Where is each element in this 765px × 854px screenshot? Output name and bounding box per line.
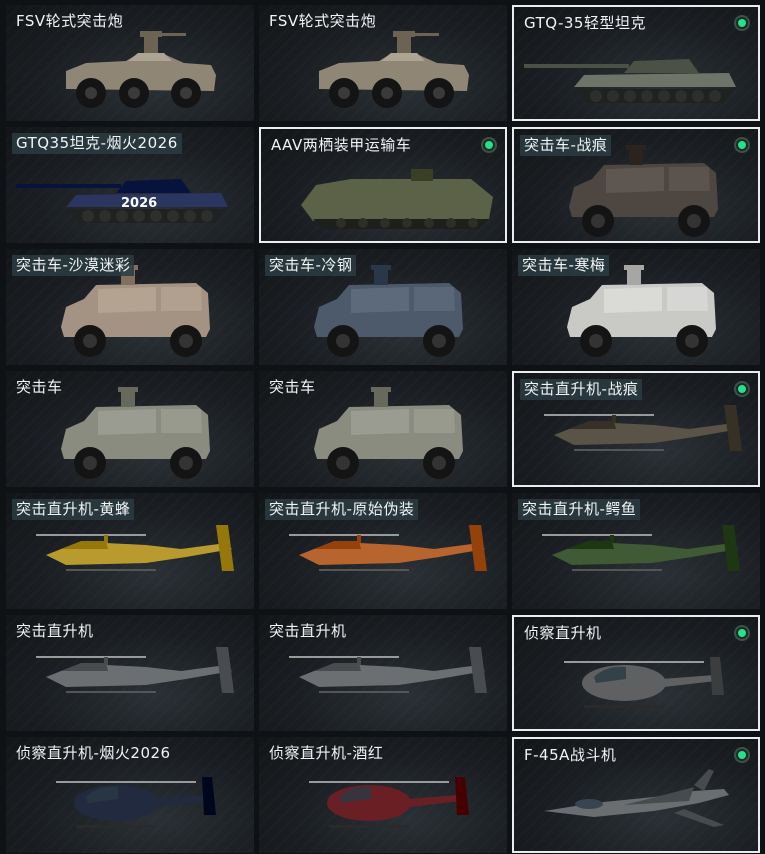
vehicle-name: 突击直升机 [269,622,347,640]
vehicle-card[interactable]: 侦察直升机-烟火2026 [6,737,254,853]
vehicle-card[interactable]: AAV两栖装甲运输车 [259,127,507,243]
vehicle-name: 突击车-冷钢 [265,255,357,276]
vehicle-card[interactable]: 突击车-战痕 [512,127,760,243]
vehicle-card[interactable]: GTQ-35轻型坦克 [512,5,760,121]
vehicle-card[interactable]: 突击车-寒梅 [512,249,760,365]
owned-indicator-icon [481,137,497,153]
vehicle-card[interactable]: 突击直升机-鳄鱼 [512,493,760,609]
vehicle-card[interactable]: 2026 GTQ35坦克-烟火2026 [6,127,254,243]
owned-indicator-icon [734,137,750,153]
vehicle-name: FSV轮式突击炮 [16,12,124,30]
vehicle-name: 突击车-沙漠迷彩 [12,255,135,276]
vehicle-name: 突击直升机-战痕 [520,379,643,400]
vehicle-card[interactable]: FSV轮式突击炮 [6,5,254,121]
vehicle-name: 突击直升机-黄蜂 [12,499,135,520]
vehicle-name: 突击直升机 [16,622,94,640]
vehicle-card[interactable]: 突击直升机-战痕 [512,371,760,487]
vehicle-card[interactable]: 侦察直升机-酒红 [259,737,507,853]
vehicle-card[interactable]: 突击车 [259,371,507,487]
vehicle-card[interactable]: 突击直升机-原始伪装 [259,493,507,609]
owned-indicator-icon [734,381,750,397]
vehicle-name: GTQ35坦克-烟火2026 [12,133,182,154]
vehicle-name: 突击车 [269,378,316,396]
owned-indicator-icon [734,747,750,763]
vehicle-grid: FSV轮式突击炮 FSV轮式突击炮 GTQ-35轻型坦克 2026 GTQ35坦克-烟火… [0,0,765,854]
vehicle-name: 侦察直升机-烟火2026 [16,744,171,762]
vehicle-name: AAV两栖装甲运输车 [271,136,412,154]
vehicle-card[interactable]: 侦察直升机 [512,615,760,731]
vehicle-card[interactable]: 突击车 [6,371,254,487]
vehicle-card[interactable]: 突击直升机 [6,615,254,731]
vehicle-card[interactable]: 突击车-沙漠迷彩 [6,249,254,365]
vehicle-card[interactable]: F-45A战斗机 [512,737,760,853]
vehicle-name: 突击车-战痕 [520,135,612,156]
vehicle-name: FSV轮式突击炮 [269,12,377,30]
owned-indicator-icon [734,625,750,641]
owned-indicator-icon [734,15,750,31]
vehicle-name: GTQ-35轻型坦克 [524,14,646,32]
vehicle-card[interactable]: FSV轮式突击炮 [259,5,507,121]
vehicle-name: 侦察直升机 [524,624,602,642]
svg-text:2026: 2026 [121,196,157,211]
vehicle-name: 突击直升机-鳄鱼 [518,499,641,520]
vehicle-name: 突击直升机-原始伪装 [265,499,419,520]
vehicle-card[interactable]: 突击车-冷钢 [259,249,507,365]
vehicle-card[interactable]: 突击直升机-黄蜂 [6,493,254,609]
vehicle-card[interactable]: 突击直升机 [259,615,507,731]
vehicle-name: 侦察直升机-酒红 [269,744,384,762]
vehicle-name: 突击车-寒梅 [518,255,610,276]
vehicle-name: 突击车 [16,378,63,396]
vehicle-name: F-45A战斗机 [524,746,617,764]
